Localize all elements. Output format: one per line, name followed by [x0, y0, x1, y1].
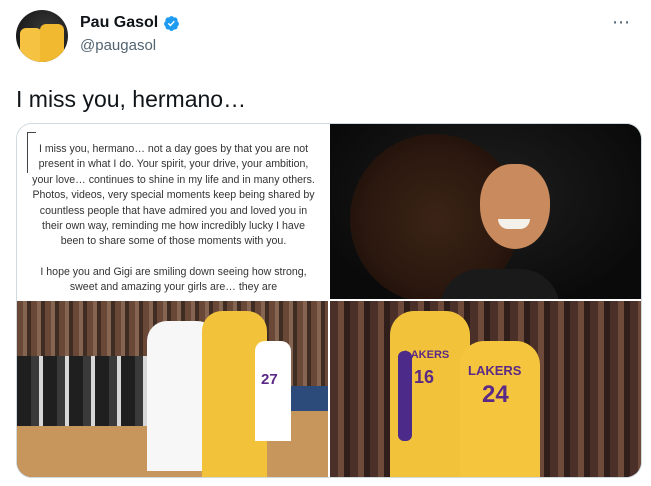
player-24: LAKERS 24: [460, 341, 540, 477]
media-grid: I miss you, hermano… not a day goes by t…: [16, 123, 642, 478]
player-27: 27: [255, 341, 291, 441]
jersey-number-27: 27: [261, 371, 278, 388]
players-hugging: [147, 311, 267, 477]
girl-photo[interactable]: [330, 124, 641, 299]
letter-paragraph-2: I hope you and Gigi are smiling down see…: [40, 265, 307, 294]
jersey-number-24: 24: [482, 381, 509, 408]
letter-text: I miss you, hermano… not a day goes by t…: [31, 142, 316, 299]
letter-paragraph-1: I miss you, hermano… not a day goes by t…: [32, 143, 315, 248]
display-name[interactable]: Pau Gasol: [80, 14, 158, 32]
arm-sleeve: [398, 351, 412, 441]
avatar[interactable]: [16, 10, 68, 62]
handle[interactable]: @paugasol: [80, 37, 156, 54]
more-options-icon[interactable]: ⋯: [612, 12, 631, 33]
lakers-photo[interactable]: LAKERS 16 LAKERS 24: [330, 301, 641, 477]
avatar-jersey-left: [20, 28, 42, 62]
jersey-number-16: 16: [414, 367, 435, 387]
coaches-group: [17, 356, 147, 426]
verified-badge-icon: [164, 15, 180, 31]
tweet-text: I miss you, hermano…: [16, 86, 247, 112]
hug-photo[interactable]: 27: [17, 301, 328, 477]
avatar-jersey-right: [40, 24, 64, 62]
letter-image[interactable]: I miss you, hermano… not a day goes by t…: [17, 124, 328, 299]
face-shape: [480, 164, 550, 249]
smile-shape: [498, 219, 530, 229]
author-row: Pau Gasol: [80, 14, 180, 32]
jersey-brand-right: LAKERS: [468, 363, 522, 378]
